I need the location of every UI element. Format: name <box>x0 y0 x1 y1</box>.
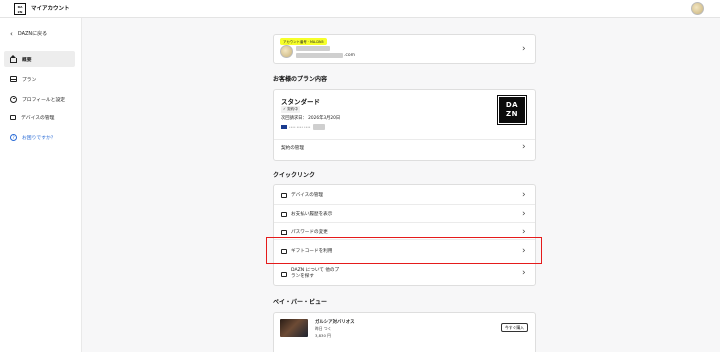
top-header: DA ZN マイアカウント <box>0 0 720 18</box>
chevron-right-icon: › <box>522 142 526 152</box>
plan-card: スタンダード ✓ 契約中 次回請求日： 2026年3月20日 •••• ••••… <box>273 89 536 161</box>
plan-card-icon <box>10 76 17 82</box>
back-label: DAZNに戻る <box>17 31 48 37</box>
buy-now-button[interactable]: 今すぐ購入 <box>501 323 528 332</box>
dazn-plan-logo: DA ZN <box>497 95 527 125</box>
redacted-email <box>296 53 343 58</box>
next-billing-date: 次回請求日： 2026年3月20日 <box>281 116 341 121</box>
sidebar-item-label: プロフィールと設定 <box>22 97 66 103</box>
sidebar-item-label: デバイスの管理 <box>21 115 55 121</box>
redacted-name <box>296 46 330 51</box>
chevron-left-icon: ‹ <box>10 29 13 38</box>
plan-status-badge: ✓ 契約中 <box>281 106 300 113</box>
ppv-section-heading: ペイ・パー・ビュー <box>273 299 328 306</box>
credit-card-icon <box>281 125 287 129</box>
chevron-right-icon: › <box>522 190 526 200</box>
plan-name: スタンダード <box>281 98 320 106</box>
page-title: マイアカウント <box>31 6 70 12</box>
redacted-card <box>312 124 325 130</box>
help-icon: ? <box>10 133 17 141</box>
sidebar-item-label: お困りですか？ <box>22 135 56 141</box>
quick-link-devices[interactable]: デバイスの管理 <box>281 192 323 198</box>
lock-icon <box>281 229 287 235</box>
chevron-right-icon: › <box>522 44 526 54</box>
ppv-card: ガルシア対バリオス 昨日 つく 3,830 円 今すぐ購入 <box>273 312 536 352</box>
sidebar-item-help[interactable]: ? お困りですか？ <box>4 129 75 145</box>
event-price: 3,830 円 <box>315 333 331 338</box>
sidebar: ‹ DAZNに戻る 概要 プラン プロフィールと設定 デバイスの管理 ? お困り… <box>0 18 82 352</box>
credit-card-icon <box>281 211 287 217</box>
quick-link-label: パスワードの変更 <box>291 230 328 235</box>
quick-link-label: デバイスの管理 <box>291 193 324 198</box>
account-avatar <box>280 45 293 58</box>
sidebar-item-plan[interactable]: プラン <box>4 71 75 87</box>
event-date: 昨日 つく <box>315 326 332 331</box>
device-icon <box>10 114 16 120</box>
user-avatar[interactable] <box>691 2 704 15</box>
quick-links-heading: クイックリンク <box>273 172 316 179</box>
divider <box>274 222 535 223</box>
highlight-box <box>266 237 542 264</box>
event-thumbnail <box>280 319 308 337</box>
quick-link-label: DAZN について 他のプランを探す <box>291 268 340 279</box>
sidebar-item-profile[interactable]: プロフィールと設定 <box>4 91 75 107</box>
tv-icon <box>281 271 287 277</box>
manage-subscription-link[interactable]: 契約の管理 <box>281 145 304 151</box>
email-suffix: .com <box>344 53 356 58</box>
manage-label: 契約の管理 <box>281 146 304 151</box>
sidebar-item-label: 概要 <box>22 57 32 63</box>
payment-method: •••• •••• •••• <box>281 124 325 130</box>
back-to-dazn-link[interactable]: ‹ DAZNに戻る <box>10 30 47 37</box>
account-card[interactable]: アカウント番号 · MA-DN5 .com › <box>273 34 536 64</box>
plan-section-heading: お客様のプラン内容 <box>273 76 328 83</box>
device-icon <box>281 192 287 198</box>
chevron-right-icon: › <box>522 268 526 278</box>
quick-links-card: デバイスの管理 › お支払い履歴を表示 › パスワードの変更 › ギフトコードを… <box>273 184 536 286</box>
event-title: ガルシア対バリオス <box>315 320 355 325</box>
dazn-logo[interactable]: DA ZN <box>14 3 26 15</box>
quick-link-change-password[interactable]: パスワードの変更 <box>281 229 328 235</box>
home-icon <box>10 54 17 63</box>
quick-link-payment-history[interactable]: お支払い履歴を表示 <box>281 211 332 217</box>
sidebar-item-devices[interactable]: デバイスの管理 <box>4 109 75 125</box>
profile-icon <box>10 95 17 103</box>
account-number-badge: アカウント番号 · MA-DN5 <box>280 38 327 45</box>
masked-card-number: •••• •••• •••• <box>289 125 311 129</box>
sidebar-item-overview[interactable]: 概要 <box>4 51 75 67</box>
divider <box>274 139 535 140</box>
divider <box>274 204 535 205</box>
quick-link-other-plans[interactable]: DAZN について 他のプランを探す <box>281 268 341 280</box>
chevron-right-icon: › <box>522 227 526 237</box>
sidebar-item-label: プラン <box>22 77 37 83</box>
chevron-right-icon: › <box>522 209 526 219</box>
quick-link-label: お支払い履歴を表示 <box>291 212 333 217</box>
